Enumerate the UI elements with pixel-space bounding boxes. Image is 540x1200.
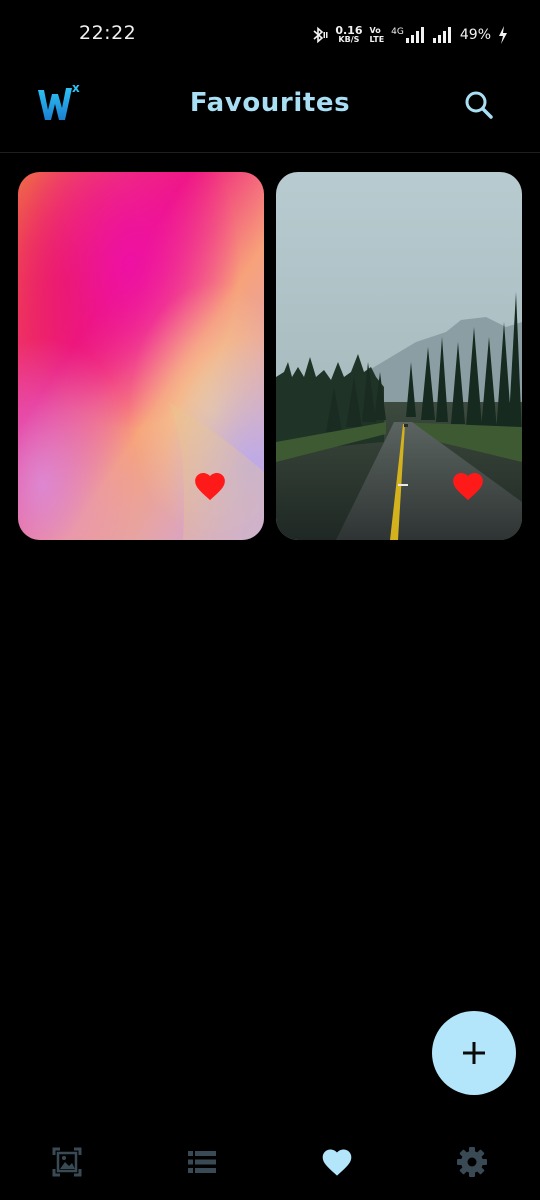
search-button[interactable] (462, 88, 496, 122)
signal-1: 4G (391, 27, 426, 43)
net-speed-value: 0.16 (335, 24, 363, 37)
app-bar: x Favourites (0, 68, 540, 153)
heart-icon (195, 472, 225, 501)
network-type: 4G (391, 27, 404, 37)
net-speed-unit: KB/S (338, 35, 360, 44)
wallpaper-thumbnail-pink (18, 172, 264, 540)
status-time: 22:22 (79, 22, 137, 44)
plus-icon (463, 1042, 485, 1064)
search-icon (465, 91, 493, 119)
favourite-card-forest-road[interactable] (276, 172, 522, 540)
favourite-toggle[interactable] (193, 470, 227, 502)
nav-settings[interactable] (452, 1142, 492, 1182)
volte-bottom: LTE (369, 35, 385, 44)
favourite-toggle[interactable] (451, 470, 485, 502)
nav-favourites[interactable] (317, 1142, 357, 1182)
wallpaper-thumbnail-road (276, 172, 522, 540)
screen: 22:22 0.16 KB/S Vo LTE 4G 49% x Favourit… (0, 0, 540, 1200)
volte-indicator: Vo LTE (369, 26, 384, 44)
bluetooth-icon (313, 26, 328, 44)
nav-categories[interactable] (182, 1142, 222, 1182)
page-title: Favourites (189, 88, 351, 118)
favourite-card-pink-gradient[interactable] (18, 172, 264, 540)
volte-top: Vo (369, 26, 381, 35)
heart-icon (322, 1149, 352, 1176)
heart-icon (453, 472, 483, 501)
bottom-navigation (0, 1120, 540, 1200)
net-speed: 0.16 KB/S (335, 24, 363, 44)
add-wallpaper-button[interactable] (432, 1011, 516, 1095)
status-icons: 0.16 KB/S Vo LTE 4G 49% (310, 22, 508, 48)
status-bar: 22:22 0.16 KB/S Vo LTE 4G 49% (0, 0, 540, 68)
nav-wallpapers[interactable] (47, 1142, 87, 1182)
charging-icon (499, 26, 507, 44)
gear-icon (457, 1147, 487, 1177)
list-icon (188, 1151, 216, 1173)
wallpaper-icon (52, 1147, 82, 1177)
battery-percent: 49% (459, 27, 491, 43)
signal-strength-icon-2 (432, 27, 451, 43)
signal-strength-icon (405, 27, 424, 43)
